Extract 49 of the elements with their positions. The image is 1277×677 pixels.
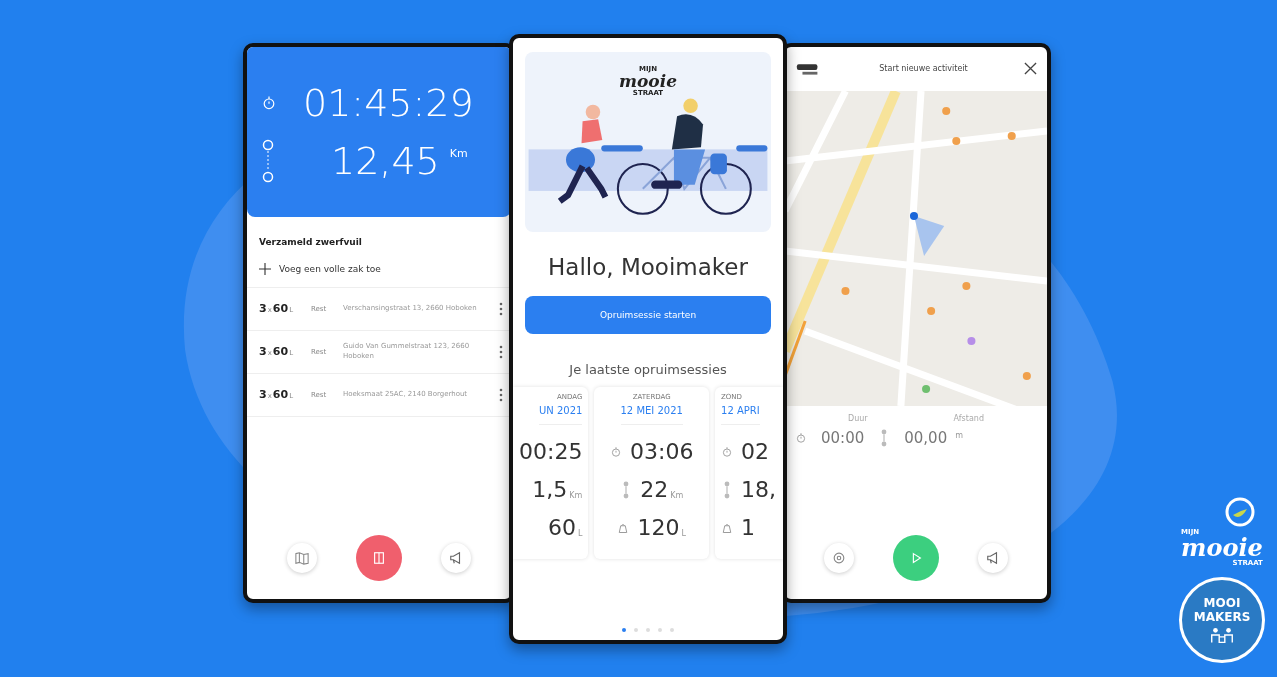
route-icon	[261, 138, 275, 183]
session-volume: 1	[741, 515, 756, 540]
distance-value: 12,45	[331, 138, 440, 183]
more-options-icon[interactable]	[499, 301, 503, 316]
stopwatch-icon	[261, 94, 277, 111]
distance-unit: Km	[569, 490, 583, 500]
session-volume: 60	[547, 515, 576, 540]
session-date: UN 2021	[538, 404, 583, 425]
mooimakers-badge: MOOI MAKERS	[1179, 577, 1265, 663]
session-duration: 03:06	[630, 439, 694, 464]
start-session-button[interactable]: Opruimsessie starten	[525, 295, 771, 334]
distance-label: Afstand	[953, 413, 984, 423]
distance-value: 00,00	[904, 428, 948, 447]
map-button[interactable]	[286, 542, 317, 573]
session-distance: 18,	[741, 477, 777, 502]
megaphone-icon	[985, 550, 1000, 565]
distance-unit: m	[955, 430, 963, 440]
settings-icon	[832, 550, 847, 565]
pause-icon	[372, 550, 386, 565]
map-icon	[294, 550, 309, 565]
more-options-icon[interactable]	[499, 344, 503, 359]
more-options-icon[interactable]	[499, 387, 503, 402]
duration-value: 01:45:29	[303, 80, 474, 125]
session-duration: 00:25	[519, 439, 583, 464]
session-duration: 02	[741, 439, 770, 464]
session-volume: 120	[637, 515, 680, 540]
session-date: 12 MEI 2021	[620, 404, 683, 425]
megaphone-button[interactable]	[441, 542, 472, 573]
distance-unit: Km	[449, 146, 468, 160]
session-distance: 1,5	[532, 477, 568, 502]
greeting-heading: Hallo, Mooimaker	[547, 253, 749, 280]
duration-value: 00:00	[821, 428, 865, 447]
people-icon	[1208, 626, 1236, 643]
pause-button[interactable]	[356, 534, 402, 581]
screen-title: Start nieuwe activiteit	[878, 64, 969, 73]
volume-unit: L	[681, 528, 686, 538]
settings-button[interactable]	[824, 542, 855, 573]
page-dot[interactable]	[622, 627, 626, 632]
distance-unit: Km	[670, 490, 684, 500]
duration-label: Duur	[848, 413, 868, 423]
section-title: Verzameld zwerfvuil	[258, 235, 363, 249]
session-date: 12 APRI	[721, 404, 760, 425]
play-button[interactable]	[893, 534, 939, 581]
megaphone-button[interactable]	[977, 542, 1008, 573]
close-icon[interactable]	[1024, 62, 1037, 75]
session-distance: 22	[640, 477, 669, 502]
plus-icon	[259, 262, 271, 275]
volume-unit: L	[577, 528, 583, 538]
sessions-heading: Je laatste opruimsessies	[567, 361, 728, 377]
